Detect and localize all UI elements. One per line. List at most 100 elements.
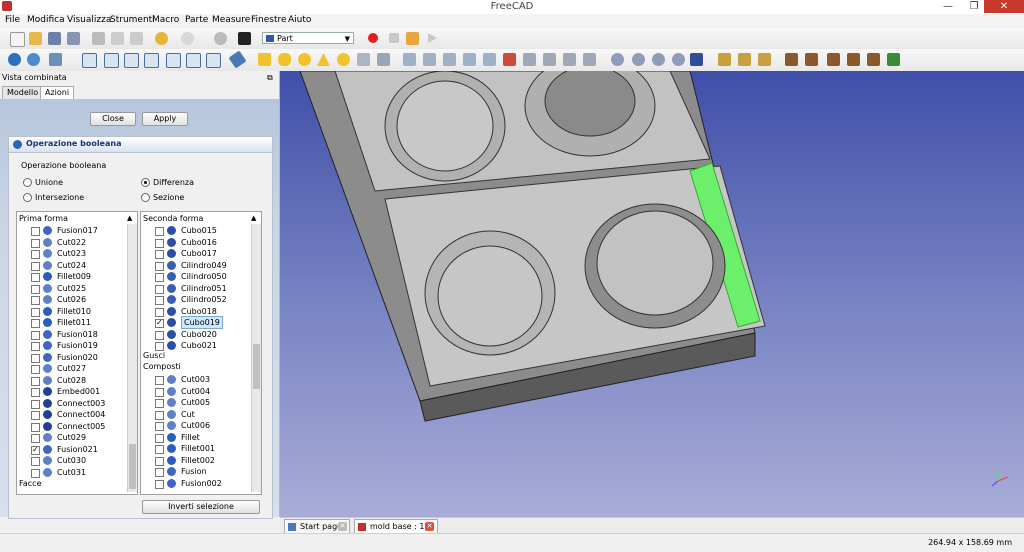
item-checkbox[interactable] [31,468,40,478]
list-item[interactable]: Fillet009 [17,271,137,282]
boolean-icon[interactable] [611,53,624,66]
list-item[interactable]: Cut024 [17,260,137,271]
list-item[interactable]: Fusion018 [17,329,137,340]
view-front-icon[interactable] [104,53,119,68]
list-item[interactable]: Cut031 [17,467,137,478]
sweep-icon[interactable] [563,53,576,66]
list-item[interactable]: Cut028 [17,375,137,386]
radio-unione[interactable] [23,178,32,187]
macro-play-icon[interactable] [428,33,437,43]
menu-visualizza[interactable]: Visualizza [67,15,111,25]
macro-record-icon[interactable] [368,33,378,43]
item-checkbox[interactable] [31,353,40,363]
part-cone-icon[interactable] [317,53,330,66]
item-checkbox[interactable] [155,468,164,477]
3d-viewport[interactable] [280,71,1024,517]
collapse-icon[interactable]: ▲ [127,214,132,222]
list-item[interactable]: Cut [141,409,261,420]
common-icon[interactable] [672,53,685,66]
second-list-scrollbar[interactable] [251,224,261,492]
item-checkbox[interactable] [31,457,40,466]
menu-file[interactable]: File [5,15,20,25]
ruled-surface-icon[interactable] [523,53,536,66]
invert-selection-button[interactable]: Inverti selezione [142,500,260,514]
list-item[interactable]: Cut023 [17,248,137,259]
item-checkbox[interactable] [31,342,40,351]
part-primitives-icon[interactable] [357,53,370,66]
whats-this-icon[interactable] [238,32,251,45]
item-checkbox[interactable] [31,284,40,294]
copy-icon[interactable] [111,32,124,45]
list-item[interactable]: Cubo018 [141,306,261,317]
list-item[interactable]: Connect003 [17,398,137,409]
item-checkbox[interactable] [155,422,164,431]
list-item[interactable]: Cut029 [17,432,137,443]
list-item[interactable]: Fillet011 [17,317,137,328]
measure-clear-icon[interactable] [847,53,860,66]
list-item[interactable]: Fillet [141,432,261,443]
part-torus-icon[interactable] [337,53,350,66]
measure-toggle-3d-icon[interactable] [867,53,880,66]
list-item[interactable]: Fillet010 [17,306,137,317]
item-checkbox[interactable] [31,411,40,420]
close-button[interactable]: Close [90,112,136,126]
view-axonometric-icon[interactable] [82,53,97,68]
item-checkbox[interactable] [155,307,164,317]
view-rear-icon[interactable] [166,53,181,68]
view-bottom-icon[interactable] [186,53,201,68]
undo-icon[interactable] [155,32,168,45]
item-checkbox[interactable] [31,307,40,317]
list-item[interactable]: Cilindro050 [141,271,261,282]
close-window-button[interactable]: ✕ [984,0,1024,13]
item-checkbox[interactable] [155,227,164,236]
item-checkbox[interactable] [155,342,164,351]
item-checkbox[interactable] [155,410,164,420]
paste-icon[interactable] [130,32,143,45]
second-shape-list[interactable]: Seconda forma ▲ Cubo015 Cubo016 Cubo017 Cil… [140,211,262,495]
list-item[interactable]: Cut003 [141,374,261,385]
chamfer-icon[interactable] [483,53,496,66]
list-item[interactable]: Cut005 [141,397,261,408]
item-checkbox[interactable] [31,261,40,271]
first-shape-list[interactable]: Prima forma ▲ Fusion017 Cut022 Cut023 Cut02… [16,211,138,495]
first-list-scrollbar[interactable] [127,224,137,492]
item-checkbox[interactable] [155,433,164,443]
item-checkbox[interactable] [155,284,164,294]
tab-azioni[interactable]: Azioni [40,86,75,99]
item-checkbox[interactable] [155,445,164,454]
cut-icon[interactable] [92,32,105,45]
item-checkbox[interactable] [31,365,40,374]
list-item[interactable]: Fillet001 [141,443,261,454]
item-checkbox[interactable] [155,330,164,340]
item-checkbox[interactable] [31,434,40,443]
item-checkbox[interactable] [31,399,40,409]
macro-stop-icon[interactable] [389,33,399,43]
apply-button[interactable]: Apply [142,112,188,126]
item-checkbox[interactable] [31,227,40,236]
list-item[interactable]: Cubo016 [141,237,261,248]
measure-toggle-delta-icon[interactable] [887,53,900,66]
redo-icon[interactable] [181,32,194,45]
item-checkbox[interactable] [31,273,40,282]
menu-parte[interactable]: Parte [185,15,208,25]
item-checkbox[interactable] [31,330,40,340]
fillet-icon[interactable] [463,53,476,66]
menu-measure[interactable]: Measure [212,15,250,25]
list-item[interactable]: Cut030 [17,455,137,466]
list-item[interactable]: Cut025 [17,283,137,294]
tab-modello[interactable]: Modello [2,86,44,99]
item-checkbox[interactable] [155,399,164,408]
list-item[interactable]: Cut004 [141,386,261,397]
item-checkbox[interactable] [155,250,164,259]
part-sphere-icon[interactable] [298,53,311,66]
offset-icon[interactable] [583,53,596,66]
list-item[interactable]: Fusion019 [17,340,137,351]
list-item[interactable]: Cut026 [17,294,137,305]
list-item[interactable]: Fusion021 [17,444,137,455]
close-tab-icon[interactable]: ✕ [425,522,434,531]
radio-differenza[interactable] [141,178,150,187]
view-top-icon[interactable] [124,53,139,68]
view-right-icon[interactable] [144,53,159,68]
list-item[interactable]: Fusion002 [141,478,261,489]
list-item[interactable]: Cubo015 [141,225,261,236]
